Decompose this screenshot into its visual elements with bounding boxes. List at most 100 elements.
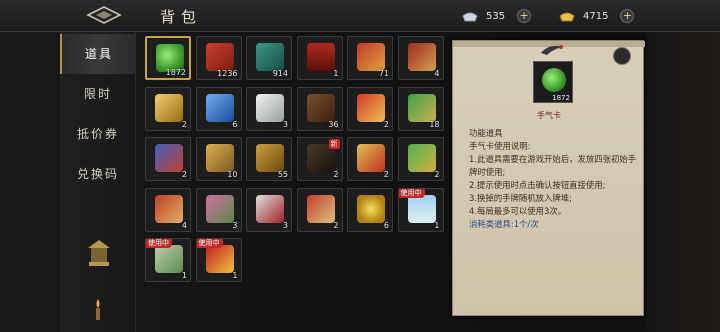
inventory-slot[interactable]: 2新 [296,137,343,181]
detail-line: 4.每局最多可以使用3次。 [469,206,567,216]
candle-icon [96,299,100,320]
red-card-icon [205,43,234,71]
detail-line: 3.换掉的手牌随机放入牌堆; [469,193,572,203]
background-decoration [646,32,720,332]
tab-redeem-code[interactable]: 兑换码 [60,154,136,194]
item-count: 6 [232,119,238,129]
jade-disc-icon [542,68,566,92]
detail-line: 2.提示使用时点击确认按钮直接使用; [469,180,606,190]
tab-vouchers[interactable]: 抵价券 [60,114,136,154]
inventory-slot[interactable]: 2 [347,137,393,181]
red-box-icon [357,43,385,71]
inventory-slot[interactable]: 2 [397,137,444,181]
inventory-slot[interactable]: 1872 [145,36,191,80]
inventory-slot[interactable]: 18 [397,86,444,131]
item-count: 2 [383,170,389,179]
white-gourd-icon [256,93,284,122]
gold-amount: 4715 [583,10,609,22]
header-bar: 背包 535 + 4715 + [0,0,720,32]
tab-items[interactable]: 道具 [60,34,136,74]
add-gold-button[interactable]: + [620,9,635,23]
inventory-slot[interactable]: 6 [195,86,242,131]
item-count: 1236 [217,69,238,78]
inventory-slot[interactable]: 2 [145,86,191,131]
item-count: 1 [232,271,238,280]
silver-currency: 535 + [462,8,532,24]
item-count: 36 [328,119,339,129]
blue-gem-icon [205,93,234,122]
jade-chest-icon [407,93,436,122]
detail-line: 手气卡使用说明: [469,141,531,151]
inventory-slot[interactable]: 3 [195,187,242,232]
red-book-icon [407,43,436,71]
tab-limited[interactable]: 限时 [60,74,136,114]
inventory-grid: 1872 1236 914 1 71 4 2 6 3 36 2 18 2 10 55 2 新 2 2 4 3 3 2 6 1 使用… [142,34,446,332]
gold-gem-icon [155,93,183,122]
inventory-slot[interactable]: 3 [246,86,292,131]
inventory-slot[interactable]: 2 [145,137,191,181]
crane-icon [541,45,563,55]
back-icon[interactable] [84,5,124,25]
inventory-slot[interactable]: 2 [296,187,343,232]
in-use-badge: 使用中 [398,188,425,198]
inventory-slot[interactable]: 1 使用中 [397,187,444,232]
vip-card-icon [205,245,234,273]
gold-currency: 4715 + [559,8,635,24]
item-count: 1872 [165,68,186,77]
inventory-slot[interactable]: 6 [347,187,393,232]
silver-amount: 535 [486,10,506,22]
silver-ingot-icon [462,12,478,22]
detail-line: 功能道具 [469,128,503,138]
landscape-icon [407,194,436,223]
item-count: 3 [282,220,288,230]
item-count: 914 [272,69,288,78]
detail-description: 功能道具 手气卡使用说明: 1.此道具需要在游戏开始后，发放四张初始手牌时使用;… [469,127,639,231]
inventory-slot[interactable]: 10 [195,137,242,181]
inventory-slot[interactable]: 1 [296,36,343,80]
opera-mask-icon [256,194,284,223]
detail-category: 消耗类道具:1个/次 [469,219,539,229]
in-use-badge: 使用中 [146,239,172,248]
inventory-slot[interactable]: 1236 [195,36,242,80]
item-count: 1 [434,220,440,230]
green-chest-icon [407,144,436,172]
gold-ingot-icon [559,12,575,22]
inventory-slot[interactable]: 55 [246,137,292,181]
item-count: 2 [333,170,339,179]
bamboo-icon [155,245,183,273]
item-count: 2 [434,170,440,179]
in-use-badge: 使用中 [196,239,223,248]
inventory-slot[interactable]: 2 [347,86,393,131]
gold-horse-icon [205,144,234,172]
item-count: 18 [429,119,440,129]
item-count: 3 [282,119,288,129]
item-count: 3 [232,220,238,230]
inventory-slot[interactable]: 1 使用中 [195,238,242,282]
item-count: 4 [181,220,187,230]
gold-frame-icon [357,144,385,172]
inventory-slot[interactable]: 36 [296,86,343,131]
item-count: 2 [181,170,187,179]
backpack-screen: 背包 535 + 4715 + 道具 限时 抵价券 兑换码 1872 1236 91… [0,0,720,332]
red-chest-icon [306,43,335,71]
inventory-slot[interactable]: 4 [397,36,444,80]
category-sidebar: 道具 限时 抵价券 兑换码 [60,32,136,332]
item-count: 71 [378,69,389,78]
inventory-slot[interactable]: 71 [347,36,393,80]
inventory-slot[interactable]: 3 [246,187,292,232]
pavilion-icon [88,240,110,266]
inventory-slot[interactable]: 4 [145,187,191,232]
blue-card-icon [155,144,183,172]
item-count: 4 [434,69,440,78]
item-detail-panel: 1872 手气卡 功能道具 手气卡使用说明: 1.此道具需要在游戏开始后，发放四… [452,40,645,316]
detail-line: 1.此道具需要在游戏开始后，发放四张初始手牌时使用; [469,154,637,177]
new-badge: 新 [328,139,340,149]
inventory-slot[interactable]: 1 使用中 [145,238,191,282]
add-silver-button[interactable]: + [517,9,532,23]
item-count: 1 [181,271,187,280]
puzzle-icon [306,93,335,122]
item-count: 10 [227,170,238,179]
item-count: 1 [333,69,339,78]
inventory-slot[interactable]: 914 [246,36,292,80]
detail-item-icon: 1872 [533,61,573,103]
